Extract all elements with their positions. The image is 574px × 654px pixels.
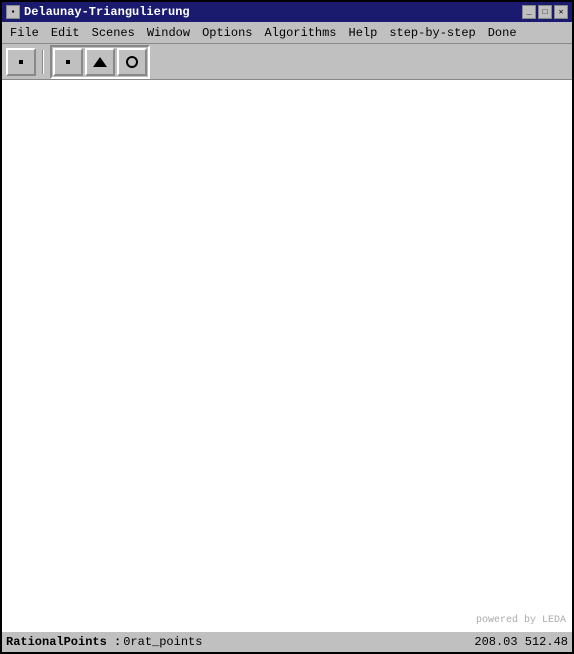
triangle-icon [93,57,107,67]
menu-edit[interactable]: Edit [45,24,86,42]
canvas-area[interactable]: powered by LEDA [2,80,572,630]
menu-window[interactable]: Window [141,24,196,42]
close-button[interactable]: ✕ [554,5,568,19]
powered-by-label: powered by LEDA [476,615,566,626]
menu-done[interactable]: Done [482,24,523,42]
point2-tool-button[interactable] [53,48,83,76]
app-icon: ▪ [6,5,20,19]
point2-icon [66,60,70,64]
toolbar-separator [42,50,44,74]
title-bar-left: ▪ Delaunay-Triangulierung [6,5,190,19]
window-title: Delaunay-Triangulierung [24,5,190,19]
status-label: RationalPoints : [6,635,121,649]
maximize-button[interactable]: □ [538,5,552,19]
menu-file[interactable]: File [4,24,45,42]
menu-step-by-step[interactable]: step-by-step [383,24,481,42]
status-left: RationalPoints : 0rat_points [6,635,474,649]
triangle-tool-button[interactable] [85,48,115,76]
point-icon [19,60,23,64]
circle-tool-button[interactable] [117,48,147,76]
menu-algorithms[interactable]: Algorithms [258,24,342,42]
title-bar-buttons: _ □ ✕ [522,5,568,19]
status-value: 0rat_points [123,635,202,649]
menu-bar: File Edit Scenes Window Options Algorith… [2,22,572,44]
minimize-button[interactable]: _ [522,5,536,19]
menu-help[interactable]: Help [343,24,384,42]
toolbar-group-shapes [50,45,150,79]
point-tool-button[interactable] [6,48,36,76]
app-window: ▪ Delaunay-Triangulierung _ □ ✕ File Edi… [0,0,574,654]
title-bar: ▪ Delaunay-Triangulierung _ □ ✕ [2,2,572,22]
status-coords: 208.03 512.48 [474,635,568,649]
status-bar: RationalPoints : 0rat_points 208.03 512.… [2,630,572,652]
menu-scenes[interactable]: Scenes [86,24,141,42]
menu-options[interactable]: Options [196,24,258,42]
circle-icon [126,56,138,68]
toolbar [2,44,572,80]
